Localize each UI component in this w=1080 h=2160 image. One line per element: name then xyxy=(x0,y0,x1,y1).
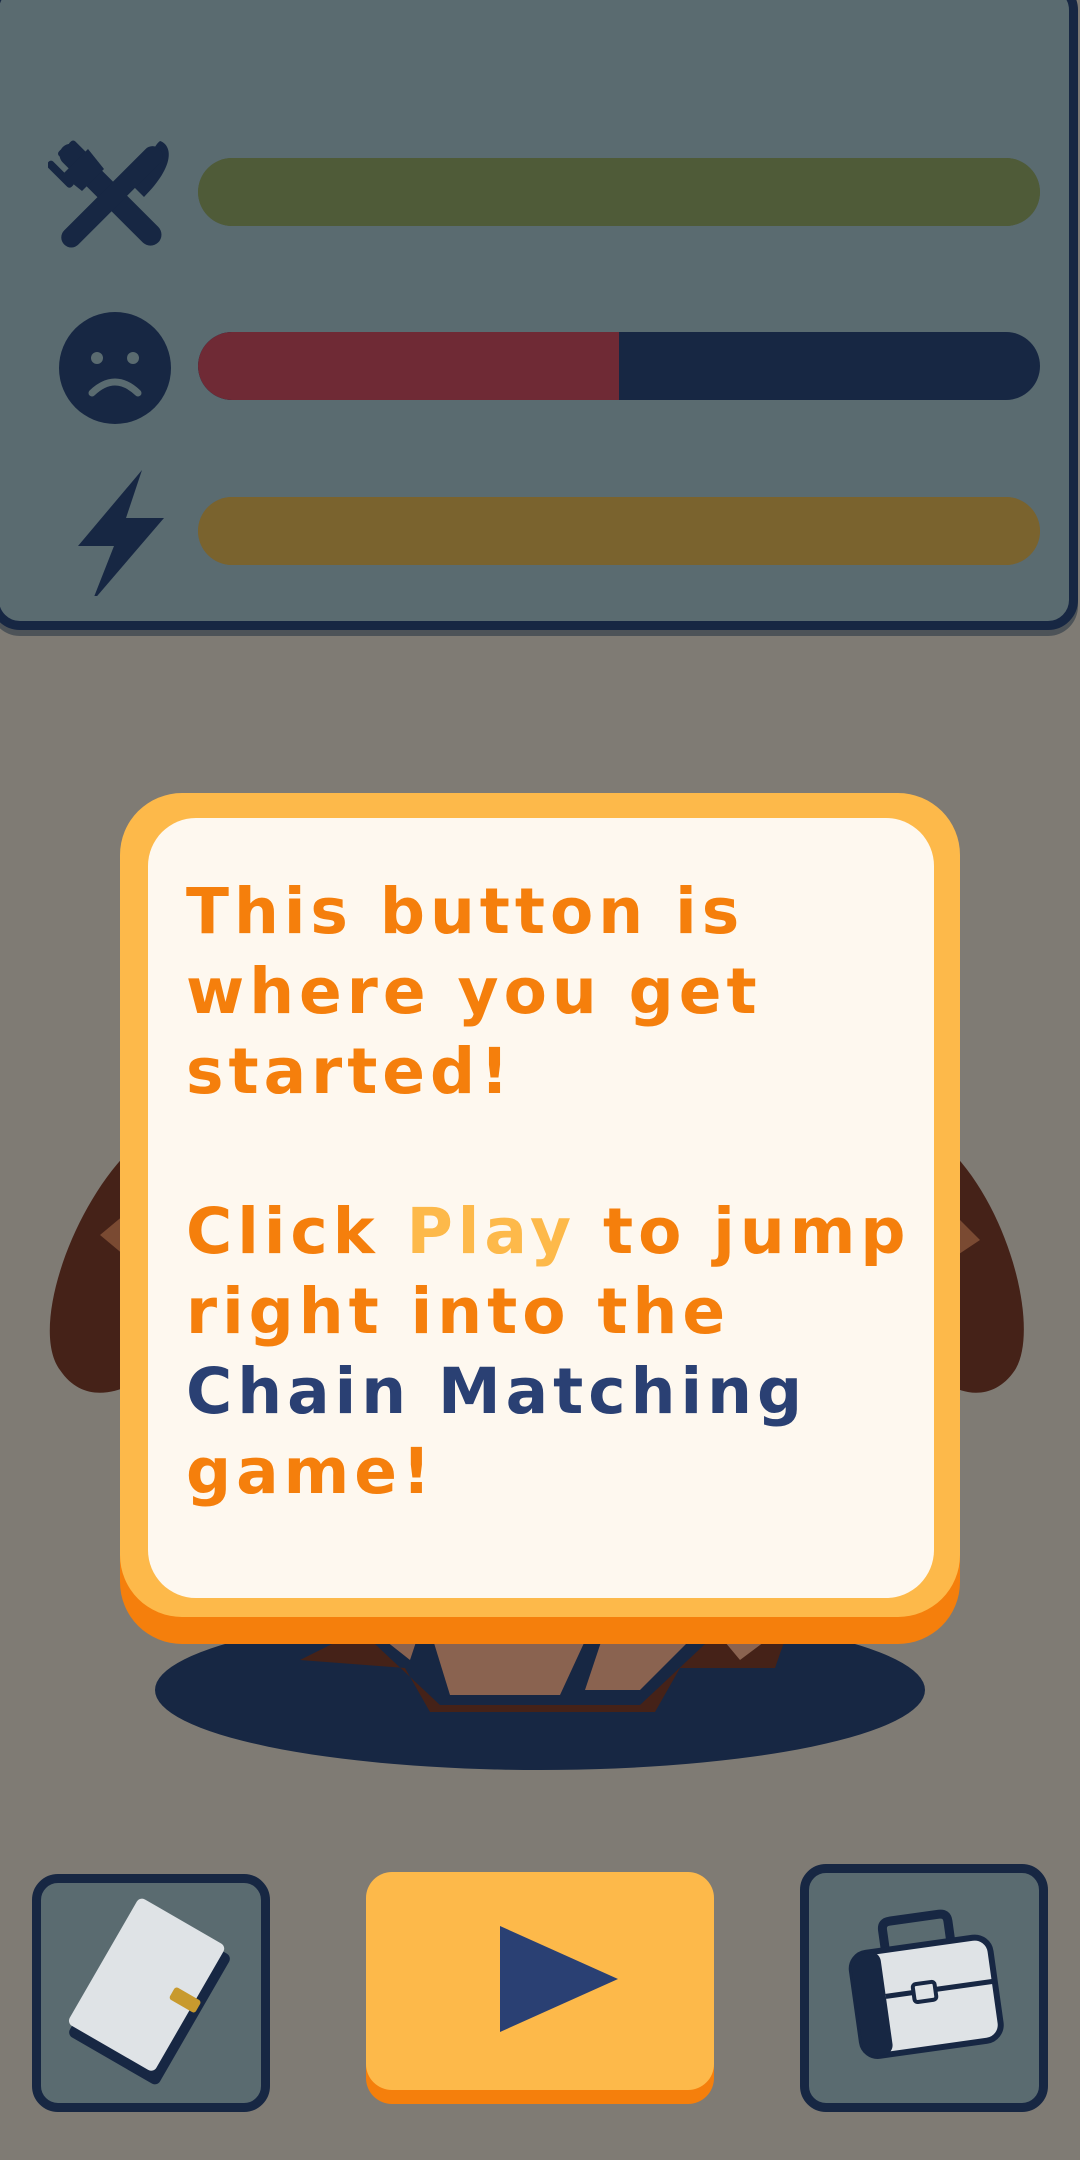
notebook-icon xyxy=(68,1898,230,2085)
tutorial-line-1: This button is where you get started! xyxy=(186,875,762,1108)
play-icon xyxy=(500,1926,618,2032)
pet-left-arm xyxy=(49,1150,130,1393)
tutorial-text: This button is where you get started! Cl… xyxy=(186,872,916,1512)
suitcase-icon xyxy=(848,1909,1004,2059)
play-word: Play xyxy=(406,1195,577,1268)
play-button[interactable] xyxy=(366,1872,714,2090)
tutorial-click-text: Click xyxy=(186,1195,407,1268)
game-name: Chain Matching xyxy=(186,1355,808,1428)
tutorial-line-2: Click Play to jump right into the Chain … xyxy=(186,1192,916,1512)
pet-right-arm xyxy=(950,1150,1024,1393)
tutorial-end-text: game! xyxy=(186,1435,436,1508)
suitcase-button[interactable] xyxy=(800,1864,1048,2112)
notebook-button[interactable] xyxy=(32,1874,270,2112)
